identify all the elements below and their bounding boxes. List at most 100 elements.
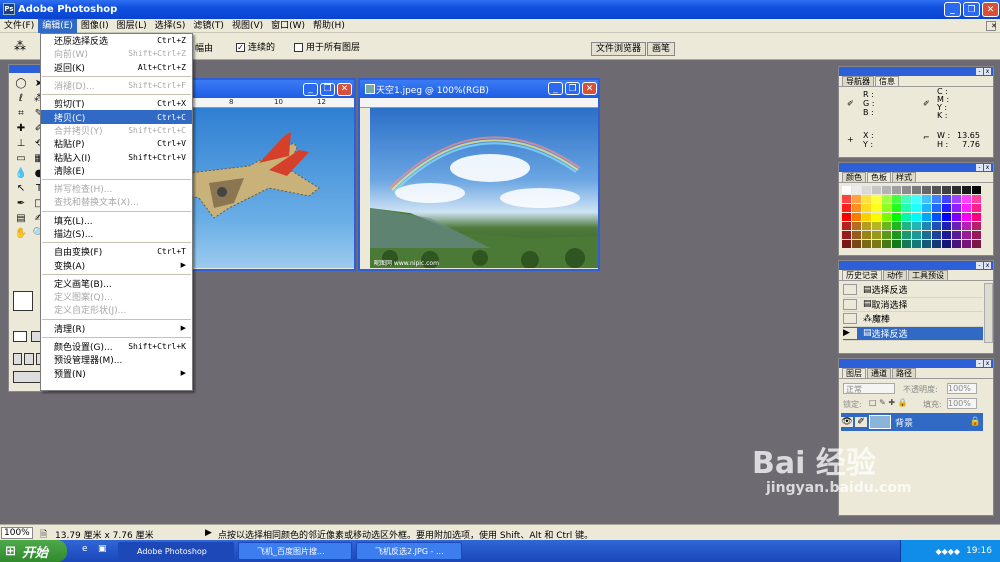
- swatch[interactable]: [912, 195, 921, 203]
- tab-navigator[interactable]: 导航器: [842, 76, 874, 86]
- doc-close-button[interactable]: ✕: [337, 82, 352, 96]
- swatch[interactable]: [932, 195, 941, 203]
- all-layers-checkbox[interactable]: 用于所有图层: [294, 40, 360, 53]
- swatch[interactable]: [862, 222, 871, 230]
- fill-field[interactable]: 100%: [947, 398, 977, 409]
- swatch[interactable]: [852, 231, 861, 239]
- swatch[interactable]: [882, 213, 891, 221]
- blur-tool-icon[interactable]: 💧: [14, 167, 28, 180]
- doc-maximize-button[interactable]: ❐: [320, 82, 335, 96]
- eye-icon[interactable]: 👁: [841, 417, 853, 427]
- swatch[interactable]: [972, 186, 981, 194]
- menu-edit[interactable]: 编辑(E): [38, 18, 77, 33]
- close-button[interactable]: ✕: [982, 2, 999, 17]
- task-photoshop[interactable]: Adobe Photoshop: [118, 542, 234, 560]
- maximize-button[interactable]: ❐: [963, 2, 980, 17]
- pen-tool-icon[interactable]: ✒: [14, 197, 28, 210]
- tab-layers[interactable]: 图层: [842, 368, 866, 378]
- notes-tool-icon[interactable]: ▤: [14, 212, 28, 225]
- sky-image[interactable]: 昵图网 www.nipic.com: [370, 108, 598, 268]
- swatch[interactable]: [912, 231, 921, 239]
- swatch[interactable]: [962, 231, 971, 239]
- swatch[interactable]: [942, 213, 951, 221]
- panel-minimize-icon[interactable]: -: [976, 68, 983, 75]
- stamp-tool-icon[interactable]: ⊥: [14, 137, 28, 150]
- menu-help[interactable]: 帮助(H): [309, 19, 349, 33]
- swatch[interactable]: [892, 240, 901, 248]
- swatch[interactable]: [942, 231, 951, 239]
- swatch[interactable]: [842, 240, 851, 248]
- panel-minimize-icon[interactable]: -: [976, 164, 983, 171]
- swatch[interactable]: [912, 204, 921, 212]
- swatch[interactable]: [862, 204, 871, 212]
- tab-actions[interactable]: 动作: [883, 270, 907, 280]
- swatch[interactable]: [942, 195, 951, 203]
- swatch[interactable]: [952, 195, 961, 203]
- swatch[interactable]: [952, 186, 961, 194]
- magic-wand-icon[interactable]: ⁂: [14, 39, 26, 53]
- swatch[interactable]: [882, 222, 891, 230]
- edit-menu-item[interactable]: 自由变换(F) Ctrl+T: [41, 245, 192, 258]
- swatch[interactable]: [942, 222, 951, 230]
- panel-close-icon[interactable]: x: [984, 262, 991, 269]
- menubar-close-icon[interactable]: ✕: [986, 21, 997, 31]
- swatch[interactable]: [932, 222, 941, 230]
- swatch[interactable]: [882, 231, 891, 239]
- swatch[interactable]: [892, 195, 901, 203]
- swatch[interactable]: [942, 186, 951, 194]
- swatch[interactable]: [972, 213, 981, 221]
- swatch[interactable]: [912, 186, 921, 194]
- swatch[interactable]: [892, 186, 901, 194]
- swatch[interactable]: [842, 231, 851, 239]
- panel-minimize-icon[interactable]: -: [976, 262, 983, 269]
- swatch[interactable]: [952, 204, 961, 212]
- blend-mode-select[interactable]: 正常: [843, 383, 895, 394]
- tab-history[interactable]: 历史记录: [842, 270, 882, 280]
- swatch[interactable]: [852, 240, 861, 248]
- swatch[interactable]: [972, 240, 981, 248]
- doc2-close-button[interactable]: ✕: [582, 82, 597, 95]
- swatch[interactable]: [872, 231, 881, 239]
- edit-menu-item[interactable]: 粘贴入(I) Shift+Ctrl+V: [41, 150, 192, 164]
- swatch[interactable]: [932, 231, 941, 239]
- menu-layer[interactable]: 图层(L): [113, 19, 151, 33]
- tab-styles[interactable]: 样式: [892, 172, 916, 182]
- tab-color[interactable]: 颜色: [842, 172, 866, 182]
- plane-image[interactable]: [189, 108, 354, 268]
- tab-paths[interactable]: 路径: [892, 368, 916, 378]
- swatch[interactable]: [872, 240, 881, 248]
- edit-menu-item[interactable]: 定义画笔(B)...: [41, 277, 192, 290]
- swatch[interactable]: [872, 204, 881, 212]
- swatch[interactable]: [962, 222, 971, 230]
- swatch[interactable]: [922, 186, 931, 194]
- swatch[interactable]: [842, 195, 851, 203]
- swatch[interactable]: [932, 204, 941, 212]
- tab-channels[interactable]: 通道: [867, 368, 891, 378]
- task-browser[interactable]: 飞机_百度图片搜...: [238, 542, 352, 560]
- doc2-minimize-button[interactable]: _: [548, 82, 563, 95]
- history-item[interactable]: ▤ 选择反选: [843, 283, 983, 298]
- edit-menu-item[interactable]: 剪切(T) Ctrl+X: [41, 97, 192, 110]
- swatch[interactable]: [842, 222, 851, 230]
- swatch[interactable]: [972, 222, 981, 230]
- start-button[interactable]: ⊞ 开始: [0, 540, 67, 562]
- edit-menu-item[interactable]: 粘贴(P) Ctrl+V: [41, 137, 192, 150]
- doc-minimize-button[interactable]: _: [303, 82, 318, 96]
- menu-file[interactable]: 文件(F): [0, 19, 38, 33]
- swatch[interactable]: [842, 213, 851, 221]
- swatch[interactable]: [872, 186, 881, 194]
- swatch[interactable]: [872, 195, 881, 203]
- panel-minimize-icon[interactable]: -: [976, 360, 983, 367]
- play-arrow-icon[interactable]: ▶: [205, 528, 212, 538]
- swatch[interactable]: [912, 213, 921, 221]
- contiguous-checkbox[interactable]: ✓ 连续的: [236, 40, 275, 53]
- swatch[interactable]: [932, 240, 941, 248]
- swatch[interactable]: [922, 240, 931, 248]
- swatch[interactable]: [852, 213, 861, 221]
- swatch[interactable]: [852, 222, 861, 230]
- swatch[interactable]: [882, 204, 891, 212]
- opacity-field[interactable]: 100%: [947, 383, 977, 394]
- standard-mode-icon[interactable]: [13, 331, 27, 342]
- swatch[interactable]: [912, 240, 921, 248]
- swatch[interactable]: [962, 195, 971, 203]
